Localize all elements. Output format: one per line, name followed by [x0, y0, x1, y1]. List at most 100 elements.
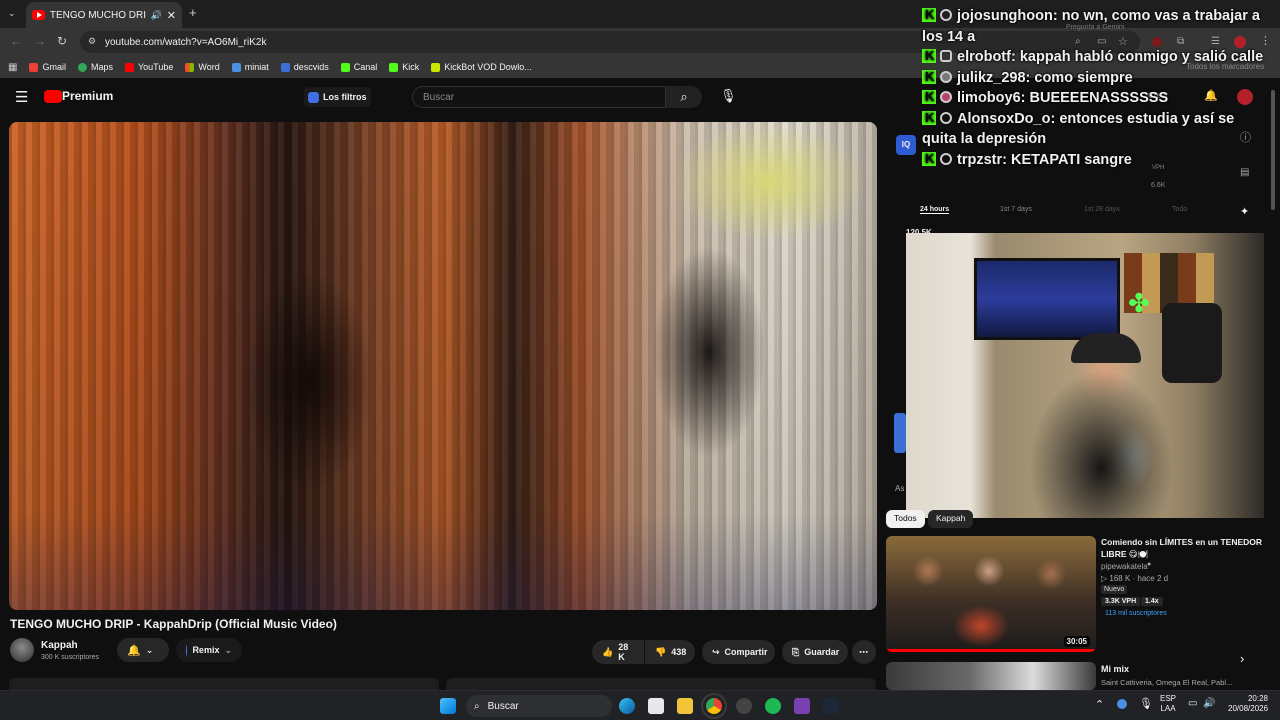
- chat-message: elrobotf: kappah habló conmigo y salió c…: [922, 46, 1272, 68]
- tray-app-icon[interactable]: [1117, 699, 1127, 709]
- webcam-overlay: ✤: [906, 233, 1264, 518]
- channel-name[interactable]: Kappah: [41, 640, 78, 651]
- speaker-icon[interactable]: 🔊: [151, 10, 162, 21]
- ratio-badge: 1.4x: [1141, 597, 1163, 606]
- channel-avatar[interactable]: [10, 638, 34, 662]
- kick-badge-icon: [922, 46, 936, 67]
- recommendation-age: hace 2 d: [1137, 574, 1169, 583]
- bot-icon: [940, 50, 952, 62]
- verified-icon: ●: [1147, 561, 1152, 568]
- chevron-down-icon: ⌄: [145, 644, 154, 655]
- save-button[interactable]: ⎘ Guardar: [782, 640, 848, 664]
- bookmark-miniat[interactable]: miniat: [231, 62, 269, 72]
- bookmark-gmail[interactable]: Gmail: [29, 62, 66, 72]
- tab-search-chevron-icon[interactable]: ⌄: [8, 8, 16, 19]
- mix-title[interactable]: Mi mix: [1101, 664, 1129, 674]
- premium-brand[interactable]: Premium: [62, 89, 113, 103]
- file-explorer-icon[interactable]: [677, 698, 693, 714]
- editor-app-icon[interactable]: [794, 698, 810, 714]
- chat-text: kappah habló conmigo y salió calle: [1019, 49, 1264, 65]
- notifications-dropdown[interactable]: 🔔 ⌄: [117, 638, 169, 662]
- comments-panel[interactable]: [446, 678, 876, 690]
- browser-tab-active[interactable]: TENGO MUCHO DRIP - Kap 🔊 ✕: [26, 2, 182, 28]
- vph-badge: 3.3K VPH: [1101, 597, 1141, 606]
- edge-icon[interactable]: [619, 698, 635, 714]
- new-tab-icon[interactable]: +: [189, 5, 197, 20]
- youtube-logo-icon[interactable]: [44, 90, 62, 103]
- spotify-icon[interactable]: [765, 698, 781, 714]
- stats-tab-all[interactable]: Todo: [1172, 206, 1187, 213]
- play-small-icon: ▷: [1101, 574, 1108, 583]
- chevron-right-icon[interactable]: ›: [1240, 651, 1244, 666]
- sparkle-icon[interactable]: ✦: [1240, 205, 1249, 218]
- microphone-tray-icon[interactable]: 🎙: [1139, 697, 1153, 710]
- dislike-button[interactable]: 👎 438: [645, 640, 695, 664]
- tray-chevron-up-icon[interactable]: ⌃: [1095, 698, 1104, 711]
- bookmark-word[interactable]: Word: [185, 62, 220, 72]
- stats-tab-28d[interactable]: 1st 28 days: [1084, 206, 1120, 213]
- search-button[interactable]: ⌕: [666, 86, 702, 108]
- hamburger-menu-icon[interactable]: ☰: [15, 88, 28, 106]
- vph-value: 6.6K: [1151, 182, 1166, 189]
- bookmark-kick[interactable]: Kick: [389, 62, 419, 72]
- mix-thumbnail[interactable]: [886, 662, 1096, 690]
- chevron-down-icon: ⌄: [224, 644, 232, 655]
- apps-grid-icon[interactable]: ▦: [8, 62, 17, 73]
- chat-message: AlonsoxDo_o: entonces estudia y así se q…: [922, 108, 1272, 150]
- site-info-icon[interactable]: ⚙: [88, 36, 96, 47]
- chat-text: KETAPATI sangre: [1010, 151, 1132, 168]
- clock[interactable]: 20:28 20/08/2026: [1228, 694, 1268, 714]
- stats-iq-icon[interactable]: IQ: [896, 135, 916, 155]
- more-actions-button[interactable]: ⋯: [852, 640, 876, 664]
- video-player[interactable]: [9, 122, 877, 610]
- bookmark-descvids[interactable]: descvids: [280, 62, 329, 72]
- user-avatar-icon: [940, 70, 952, 83]
- language-indicator[interactable]: ESP LAA: [1160, 694, 1176, 714]
- bookmark-kickbot[interactable]: KickBot VOD Dowlo...: [431, 62, 532, 72]
- recommendation-thumbnail[interactable]: 30:05: [886, 536, 1096, 652]
- steam-icon[interactable]: [823, 698, 839, 714]
- recommendation-channel[interactable]: pipewakatela: [1101, 561, 1148, 572]
- share-button[interactable]: ↪ Compartir: [702, 640, 775, 664]
- search-icon: ⌕: [680, 89, 688, 104]
- description-panel[interactable]: [9, 678, 439, 690]
- bookmark-canal[interactable]: Canal: [340, 62, 377, 72]
- chip-all[interactable]: Todos: [886, 510, 925, 528]
- youtube-header: ☰ Premium Los filtros Buscar ⌕ 🎙: [0, 78, 890, 116]
- stats-tab-7d[interactable]: 1st 7 days: [1000, 206, 1032, 213]
- volume-icon[interactable]: 🔊: [1203, 698, 1215, 709]
- forward-icon[interactable]: →: [34, 34, 46, 48]
- thumbs-up-icon: 👍: [602, 646, 614, 657]
- store-icon[interactable]: [648, 698, 664, 714]
- bookmark-maps[interactable]: Maps: [77, 62, 113, 72]
- side-fragment-text: As: [895, 484, 905, 493]
- share-icon: ↪: [712, 646, 720, 657]
- app-icon[interactable]: [736, 698, 752, 714]
- youtube-favicon-icon: [32, 10, 45, 20]
- recommendation-title[interactable]: Comiendo sin LÍMITES en un TENEDOR LIBRE…: [1101, 536, 1271, 560]
- like-button[interactable]: 👍 28 K: [592, 640, 644, 664]
- bookmark-youtube[interactable]: YouTube: [124, 62, 173, 72]
- subscriber-count: 300 K suscriptores: [41, 654, 99, 661]
- back-icon[interactable]: ←: [10, 34, 22, 48]
- mix-channels: Saint Cattiveria, Omega El Real, Pabl...: [1101, 678, 1233, 687]
- kick-badge-icon: [922, 67, 936, 87]
- chip-kappah[interactable]: Kappah: [928, 510, 974, 528]
- chat-username: limoboy6: [957, 90, 1021, 106]
- reload-icon[interactable]: ↻: [57, 34, 67, 48]
- network-icon[interactable]: ▭: [1188, 698, 1197, 709]
- taskbar-search-box[interactable]: ⌕ Buscar: [466, 695, 612, 717]
- stats-tab-24h[interactable]: 24 hours: [920, 206, 950, 214]
- windows-start-icon[interactable]: [440, 698, 456, 714]
- microphone-icon[interactable]: 🎙: [720, 88, 737, 104]
- filters-button[interactable]: Los filtros: [304, 87, 371, 107]
- thumbs-down-icon: 👎: [655, 646, 667, 657]
- remix-button[interactable]: Remix ⌄: [176, 638, 242, 662]
- chrome-icon[interactable]: [701, 693, 727, 719]
- side-widget-tab[interactable]: [894, 413, 906, 453]
- search-input[interactable]: Buscar: [412, 86, 666, 108]
- chat-message: limoboy6: BUEEEENASSSSSS: [922, 87, 1272, 109]
- video-title: TENGO MUCHO DRIP - KappahDrip (Official …: [10, 617, 337, 631]
- close-tab-icon[interactable]: ✕: [167, 9, 176, 22]
- more-horizontal-icon: ⋯: [859, 646, 868, 657]
